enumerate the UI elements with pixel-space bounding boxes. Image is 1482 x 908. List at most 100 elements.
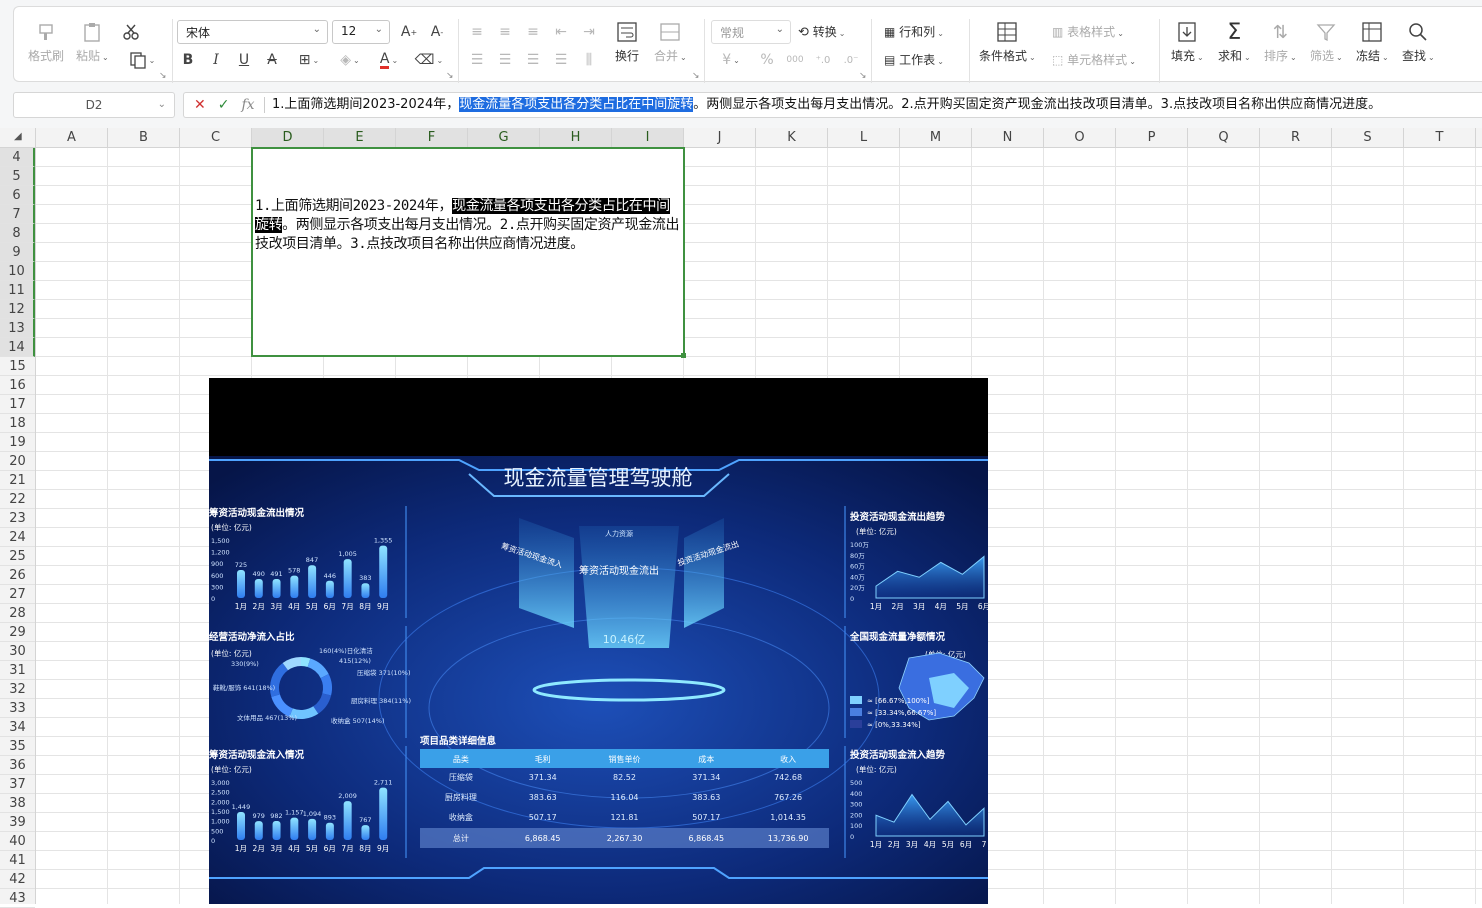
row-header-24[interactable]: 24 [0,528,35,547]
row-header-13[interactable]: 13 [0,319,35,338]
name-box[interactable]: D2 ⌄ [13,92,175,118]
row-header-42[interactable]: 42 [0,870,35,889]
font-increase-icon[interactable]: A + [398,21,420,43]
bold-icon[interactable]: B [177,49,199,71]
row-header-16[interactable]: 16 [0,376,35,395]
row-header-8[interactable]: 8 [0,224,35,243]
italic-icon[interactable]: I [205,49,227,71]
row-header-9[interactable]: 9 [0,243,35,262]
filter-button[interactable]: 筛选 ⌄ [1310,19,1343,64]
align-center-icon[interactable]: ☰ [494,49,516,71]
fill-handle[interactable] [681,353,686,358]
row-header-4[interactable]: 4 [0,148,35,167]
align-middle-icon[interactable]: ≡ [494,21,516,43]
select-all-corner[interactable]: ◢ [0,128,36,148]
font-size-select[interactable]: 12 ⌄ [332,20,390,44]
underline-icon[interactable]: U [233,49,255,71]
merge-button[interactable]: 合并 ⌄ [654,19,687,64]
row-header-15[interactable]: 15 [0,357,35,376]
column-header-c[interactable]: C [180,128,252,148]
column-header-g[interactable]: G [468,128,540,148]
column-header-t[interactable]: T [1404,128,1476,148]
column-header-p[interactable]: P [1116,128,1188,148]
format-painter-button[interactable]: 格式刷 [28,19,64,64]
row-header-27[interactable]: 27 [0,585,35,604]
row-header-39[interactable]: 39 [0,813,35,832]
align-left-icon[interactable]: ☰ [466,49,488,71]
row-header-29[interactable]: 29 [0,623,35,642]
row-header-34[interactable]: 34 [0,718,35,737]
column-header-i[interactable]: I [612,128,684,148]
row-header-25[interactable]: 25 [0,547,35,566]
font-decrease-icon[interactable]: A- [426,21,448,43]
row-col-button[interactable]: ▦ 行和列 ⌄ [884,23,944,40]
row-header-21[interactable]: 21 [0,471,35,490]
wrap-text-button[interactable]: 换行 [614,19,640,64]
decimal-decrease-icon[interactable]: .0⁻ [840,49,862,71]
row-header-5[interactable]: 5 [0,167,35,186]
sum-button[interactable]: Σ 求和 ⌄ [1218,19,1251,64]
clipboard-launcher-icon[interactable]: ↘ [159,71,167,81]
convert-button[interactable]: ⟲ 转换 ⌄ [798,23,845,40]
function-icon[interactable]: fx [241,93,254,117]
row-header-32[interactable]: 32 [0,680,35,699]
row-header-30[interactable]: 30 [0,642,35,661]
copy-icon[interactable]: ⌄ [122,49,162,71]
row-header-31[interactable]: 31 [0,661,35,680]
row-header-26[interactable]: 26 [0,566,35,585]
worksheet-button[interactable]: ▤ 工作表 ⌄ [884,51,944,68]
confirm-icon[interactable]: ✓ [218,93,230,117]
row-header-41[interactable]: 41 [0,851,35,870]
find-button[interactable]: 查找 ⌄ [1402,19,1435,64]
border-icon[interactable]: ⊞ ⌄ [292,49,326,71]
row-header-18[interactable]: 18 [0,414,35,433]
row-header-7[interactable]: 7 [0,205,35,224]
column-header-e[interactable]: E [324,128,396,148]
row-header-35[interactable]: 35 [0,737,35,756]
font-color-icon[interactable]: A ⌄ [372,49,406,71]
justify-icon[interactable]: ☰ [550,49,572,71]
cut-icon[interactable] [120,21,142,43]
font-launcher-icon[interactable]: ↘ [446,71,454,81]
row-header-6[interactable]: 6 [0,186,35,205]
fill-button[interactable]: 填充 ⌄ [1171,19,1204,64]
row-header-37[interactable]: 37 [0,775,35,794]
indent-decrease-icon[interactable]: ⇤ [550,21,572,43]
decimal-increase-icon[interactable]: ⁺.0 [812,49,834,71]
column-header-m[interactable]: M [900,128,972,148]
row-header-12[interactable]: 12 [0,300,35,319]
column-header-n[interactable]: N [972,128,1044,148]
align-right-icon[interactable]: ☰ [522,49,544,71]
column-header-j[interactable]: J [684,128,756,148]
row-header-23[interactable]: 23 [0,509,35,528]
thousands-icon[interactable]: 000 [784,49,806,71]
formula-input[interactable]: ✕ ✓ fx 1.上面筛选期间2023-2024年，现金流量各项支出各分类占比在… [183,92,1482,118]
strikethrough-icon[interactable]: A [261,49,283,71]
row-header-19[interactable]: 19 [0,433,35,452]
font-name-select[interactable]: 宋体 ⌄ [177,20,328,44]
column-header-s[interactable]: S [1332,128,1404,148]
number-launcher-icon[interactable]: ↘ [859,71,867,81]
row-header-14[interactable]: 14 [0,338,35,357]
sort-button[interactable]: ⇅ 排序 ⌄ [1264,19,1297,64]
freeze-button[interactable]: 冻结 ⌄ [1356,19,1389,64]
row-header-17[interactable]: 17 [0,395,35,414]
column-header-o[interactable]: O [1044,128,1116,148]
row-header-10[interactable]: 10 [0,262,35,281]
column-header-f[interactable]: F [396,128,468,148]
row-header-40[interactable]: 40 [0,832,35,851]
column-header-l[interactable]: L [828,128,900,148]
row-header-22[interactable]: 22 [0,490,35,509]
fill-color-icon[interactable]: ◈ ⌄ [332,49,368,71]
embedded-dashboard-image[interactable]: 现金流量管理驾驶舱 筹资活动现金流出 筹资活动现金流入 投资活动现金流出 人力资… [209,378,988,904]
align-bottom-icon[interactable]: ≡ [522,21,544,43]
cancel-icon[interactable]: ✕ [194,93,206,117]
paste-button[interactable]: 粘贴 ⌄ [76,19,109,64]
column-header-q[interactable]: Q [1188,128,1260,148]
table-style-button[interactable]: ▥ 表格样式 ⌄ [1052,23,1124,40]
percent-icon[interactable]: % [756,49,778,71]
align-launcher-icon[interactable]: ↘ [692,71,700,81]
row-header-43[interactable]: 43 [0,889,35,908]
column-header-h[interactable]: H [540,128,612,148]
align-top-icon[interactable]: ≡ [466,21,488,43]
